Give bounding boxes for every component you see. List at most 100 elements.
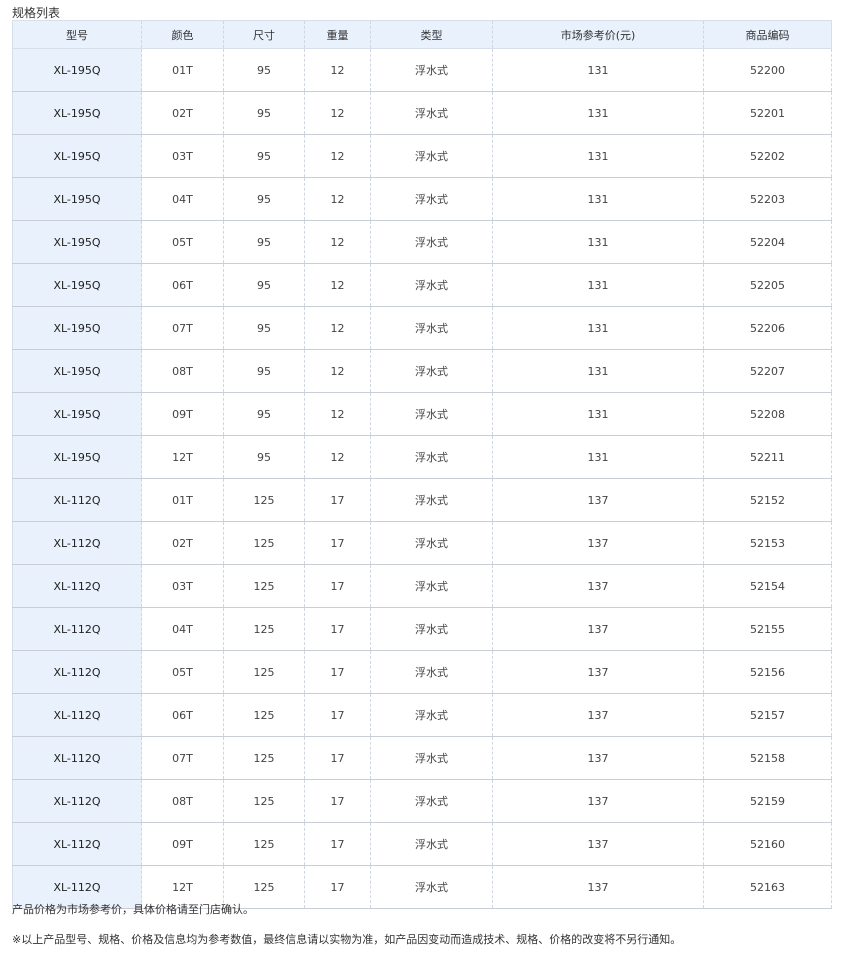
price-cell: 131 <box>492 220 704 264</box>
table-header: 型号 颜色 尺寸 重量 类型 市场参考价(元) 商品编码 <box>12 20 832 49</box>
size-cell: 95 <box>223 435 305 479</box>
price-cell: 131 <box>492 349 704 393</box>
product-code-cell: 52160 <box>703 822 832 866</box>
weight-cell: 12 <box>304 177 371 221</box>
type-cell: 浮水式 <box>370 349 493 393</box>
model-cell: XL-195Q <box>12 177 142 221</box>
color-cell: 02T <box>141 91 224 135</box>
table-row: XL-112Q 07T 125 17 浮水式 137 52158 <box>12 736 832 780</box>
product-code-cell: 52208 <box>703 392 832 436</box>
table-row: XL-195Q 06T 95 12 浮水式 131 52205 <box>12 263 832 307</box>
color-cell: 01T <box>141 48 224 92</box>
header-row: 型号 颜色 尺寸 重量 类型 市场参考价(元) 商品编码 <box>12 20 832 49</box>
size-cell: 95 <box>223 263 305 307</box>
product-code-cell: 52163 <box>703 865 832 909</box>
weight-cell: 12 <box>304 349 371 393</box>
weight-cell: 17 <box>304 693 371 737</box>
product-code-cell: 52200 <box>703 48 832 92</box>
table-row: XL-112Q 01T 125 17 浮水式 137 52152 <box>12 478 832 522</box>
table-row: XL-195Q 04T 95 12 浮水式 131 52203 <box>12 177 832 221</box>
product-code-cell: 52211 <box>703 435 832 479</box>
weight-cell: 12 <box>304 220 371 264</box>
weight-cell: 17 <box>304 521 371 565</box>
weight-cell: 12 <box>304 91 371 135</box>
table-row: XL-195Q 01T 95 12 浮水式 131 52200 <box>12 48 832 92</box>
table-row: XL-112Q 06T 125 17 浮水式 137 52157 <box>12 693 832 737</box>
table-row: XL-195Q 12T 95 12 浮水式 131 52211 <box>12 435 832 479</box>
model-cell: XL-112Q <box>12 607 142 651</box>
color-cell: 03T <box>141 134 224 178</box>
size-cell: 125 <box>223 693 305 737</box>
product-code-cell: 52203 <box>703 177 832 221</box>
size-cell: 125 <box>223 564 305 608</box>
size-cell: 125 <box>223 822 305 866</box>
model-cell: XL-112Q <box>12 650 142 694</box>
size-cell: 95 <box>223 220 305 264</box>
size-cell: 125 <box>223 650 305 694</box>
price-cell: 131 <box>492 392 704 436</box>
color-cell: 08T <box>141 349 224 393</box>
type-cell: 浮水式 <box>370 392 493 436</box>
type-cell: 浮水式 <box>370 134 493 178</box>
product-code-cell: 52156 <box>703 650 832 694</box>
product-code-cell: 52158 <box>703 736 832 780</box>
price-cell: 137 <box>492 521 704 565</box>
type-cell: 浮水式 <box>370 521 493 565</box>
price-cell: 131 <box>492 177 704 221</box>
table-row: XL-195Q 03T 95 12 浮水式 131 52202 <box>12 134 832 178</box>
header-color: 颜色 <box>141 20 224 49</box>
model-cell: XL-112Q <box>12 779 142 823</box>
size-cell: 125 <box>223 736 305 780</box>
type-cell: 浮水式 <box>370 435 493 479</box>
weight-cell: 17 <box>304 736 371 780</box>
size-cell: 95 <box>223 349 305 393</box>
model-cell: XL-112Q <box>12 736 142 780</box>
price-note: 产品价格为市场参考价，具体价格请至门店确认。 <box>12 903 254 916</box>
price-cell: 137 <box>492 607 704 651</box>
weight-cell: 12 <box>304 263 371 307</box>
price-cell: 131 <box>492 435 704 479</box>
product-code-cell: 52206 <box>703 306 832 350</box>
table-row: XL-112Q 02T 125 17 浮水式 137 52153 <box>12 521 832 565</box>
color-cell: 04T <box>141 607 224 651</box>
price-cell: 137 <box>492 478 704 522</box>
size-cell: 95 <box>223 392 305 436</box>
color-cell: 08T <box>141 779 224 823</box>
size-cell: 95 <box>223 177 305 221</box>
price-cell: 131 <box>492 48 704 92</box>
price-cell: 137 <box>492 736 704 780</box>
header-product-code: 商品编码 <box>703 20 832 49</box>
size-cell: 125 <box>223 521 305 565</box>
size-cell: 95 <box>223 91 305 135</box>
table-row: XL-195Q 05T 95 12 浮水式 131 52204 <box>12 220 832 264</box>
price-cell: 137 <box>492 865 704 909</box>
price-cell: 131 <box>492 263 704 307</box>
product-code-cell: 52201 <box>703 91 832 135</box>
type-cell: 浮水式 <box>370 650 493 694</box>
weight-cell: 12 <box>304 392 371 436</box>
table-row: XL-195Q 07T 95 12 浮水式 131 52206 <box>12 306 832 350</box>
price-cell: 137 <box>492 564 704 608</box>
price-cell: 137 <box>492 650 704 694</box>
type-cell: 浮水式 <box>370 564 493 608</box>
weight-cell: 17 <box>304 564 371 608</box>
color-cell: 07T <box>141 736 224 780</box>
table-caption: 规格列表 <box>12 6 61 20</box>
product-code-cell: 52154 <box>703 564 832 608</box>
weight-cell: 17 <box>304 779 371 823</box>
weight-cell: 17 <box>304 607 371 651</box>
table-row: XL-195Q 09T 95 12 浮水式 131 52208 <box>12 392 832 436</box>
size-cell: 125 <box>223 779 305 823</box>
size-cell: 125 <box>223 607 305 651</box>
weight-cell: 12 <box>304 48 371 92</box>
weight-cell: 17 <box>304 865 371 909</box>
table-row: XL-195Q 08T 95 12 浮水式 131 52207 <box>12 349 832 393</box>
header-type: 类型 <box>370 20 493 49</box>
color-cell: 06T <box>141 693 224 737</box>
type-cell: 浮水式 <box>370 220 493 264</box>
model-cell: XL-112Q <box>12 822 142 866</box>
price-cell: 131 <box>492 306 704 350</box>
type-cell: 浮水式 <box>370 736 493 780</box>
type-cell: 浮水式 <box>370 48 493 92</box>
model-cell: XL-112Q <box>12 564 142 608</box>
